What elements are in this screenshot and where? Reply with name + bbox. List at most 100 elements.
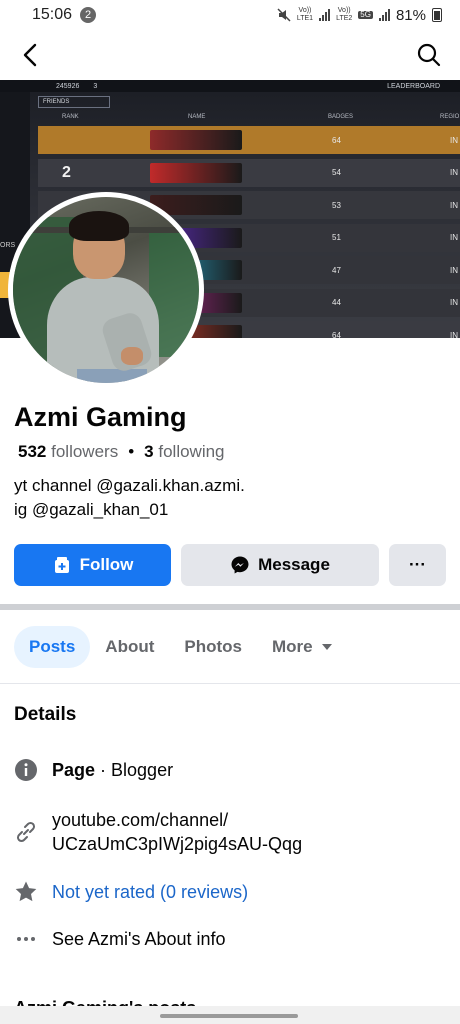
followers-line: 532 followers • 3 following — [18, 442, 225, 462]
cover-row-badges: 53 — [332, 200, 341, 210]
cover-row-region: IN — [450, 233, 458, 242]
home-indicator[interactable] — [160, 1014, 298, 1018]
top-nav — [0, 32, 460, 78]
net2-top: Vo)) — [337, 7, 351, 14]
cover-row-name-banner — [150, 162, 242, 183]
following-label: following — [158, 442, 225, 461]
link-icon — [14, 820, 38, 844]
cover-friends-dropdown: FRIENDS — [38, 96, 110, 108]
signal-icon-1 — [319, 9, 331, 21]
net1-bottom: LTE1 — [296, 15, 314, 22]
rating-link[interactable]: Not yet rated (0 reviews) — [52, 880, 248, 904]
cover-header-rank: RANK — [62, 114, 79, 120]
more-dots-icon — [14, 927, 38, 951]
website-link-line-1: youtube.com/channel/ — [52, 810, 229, 830]
back-button[interactable] — [16, 40, 46, 70]
status-left: 15:06 2 — [32, 6, 97, 24]
tab-about[interactable]: About — [90, 626, 169, 668]
profile-name: Azmi Gaming — [14, 402, 187, 432]
profile-avatar[interactable] — [8, 192, 204, 388]
cover-row-region: IN — [450, 200, 458, 210]
signal-icon-2 — [378, 9, 390, 21]
cover-diamonds: 3 — [93, 82, 98, 90]
cover-row-region: IN — [450, 265, 458, 275]
cover-row-rank: 2 — [62, 163, 71, 181]
cover-row-name-banner — [150, 130, 242, 150]
page-label: Page — [52, 760, 96, 780]
cover-header-name: NAME — [188, 114, 206, 120]
status-bar: 15:06 2 Vo)) LTE1 Vo)) LTE2 5G 81% — [0, 0, 460, 30]
notification-count-badge: 2 — [80, 7, 97, 23]
cover-leaderboard-header: RANK NAME BADGES REGIO — [38, 113, 460, 123]
section-divider — [0, 604, 460, 610]
tab-more[interactable]: More — [257, 626, 348, 668]
search-icon — [417, 43, 441, 67]
network-5g: 5G — [358, 10, 373, 19]
cover-leaderboard-row: 2 54 IN — [38, 158, 460, 187]
battery-icon — [432, 8, 442, 22]
detail-about-link[interactable]: See Azmi's About info — [14, 927, 226, 951]
messenger-icon — [231, 556, 249, 574]
cover-leaderboard-row: 64 IN — [38, 126, 460, 154]
battery-percent: 81% — [395, 6, 426, 24]
avatar-hair — [69, 211, 129, 241]
page-category: · Blogger — [95, 760, 174, 780]
cover-row-badges: 64 — [332, 135, 341, 145]
cover-row-badges: 64 — [332, 330, 341, 339]
cover-row-badges: 44 — [332, 298, 341, 307]
more-options-button[interactable]: ··· — [389, 544, 446, 586]
message-button[interactable]: Message — [181, 544, 379, 586]
search-button[interactable] — [414, 40, 444, 70]
avatar-hand — [121, 347, 143, 365]
chevron-left-icon — [23, 43, 37, 67]
page-category-text: Page · Blogger — [52, 758, 173, 782]
detail-rating[interactable]: Not yet rated (0 reviews) — [14, 880, 248, 904]
cover-row-region: IN — [450, 298, 458, 307]
net2-bottom: LTE2 — [336, 15, 353, 22]
tab-photos[interactable]: Photos — [169, 626, 257, 668]
cover-row-region: IN — [450, 330, 458, 339]
cover-row-badges: 47 — [332, 265, 341, 275]
status-right: Vo)) LTE1 Vo)) LTE2 5G 81% — [277, 7, 442, 24]
tab-posts[interactable]: Posts — [14, 626, 91, 668]
star-icon — [14, 880, 38, 904]
avatar-photo — [13, 197, 199, 383]
following-count: 3 — [144, 442, 154, 461]
follow-label: Follow — [79, 555, 134, 574]
follow-page-icon — [54, 557, 69, 573]
cover-top-bar: 245926 3 LEADERBOARD — [0, 80, 460, 92]
network-lte1: Vo)) LTE1 — [297, 7, 313, 23]
profile-bio: yt channel @gazali.khan.azmi. ig @gazali… — [14, 474, 245, 522]
system-nav-bar — [0, 1006, 460, 1024]
cover-header-region: REGIO — [440, 114, 460, 120]
cover-row-badges: 51 — [332, 233, 341, 242]
network-lte2: Vo)) LTE2 — [336, 7, 352, 23]
mute-icon — [277, 8, 291, 22]
profile-tabs: Posts About Photos More — [14, 626, 348, 668]
following-link[interactable]: 3 following — [144, 442, 224, 462]
followers-link[interactable]: 532 followers — [18, 442, 118, 462]
tab-more-label: More — [272, 637, 313, 656]
cover-row-region: IN — [450, 135, 458, 145]
detail-website[interactable]: youtube.com/channel/ UCzaUmC3pIWj2pig4sA… — [14, 808, 302, 856]
detail-page-category: Page · Blogger — [14, 758, 173, 782]
posts-section-heading: Azmi Gaming's posts — [14, 998, 196, 1006]
website-link[interactable]: youtube.com/channel/ UCzaUmC3pIWj2pig4sA… — [52, 808, 302, 856]
website-link-line-2: UCzaUmC3pIWj2pig4sAU-Qqg — [52, 834, 303, 854]
cover-row-region: IN — [450, 168, 458, 177]
separator-dot: • — [128, 442, 135, 461]
followers-label: followers — [51, 442, 119, 461]
bio-line-2: ig @gazali_khan_01 — [14, 500, 169, 519]
info-icon — [14, 758, 38, 782]
tabs-divider — [0, 683, 460, 684]
profile-actions: Follow Message ··· — [14, 544, 446, 586]
cover-header-badges: BADGES — [328, 114, 354, 120]
more-options-icon: ··· — [409, 555, 426, 574]
caret-down-icon — [321, 644, 332, 650]
cover-coins: 245926 — [56, 82, 80, 90]
status-time: 15:06 — [32, 6, 73, 23]
message-label: Message — [258, 555, 330, 574]
about-info-link[interactable]: See Azmi's About info — [52, 927, 226, 951]
details-title: Details — [14, 704, 77, 725]
follow-button[interactable]: Follow — [14, 544, 171, 586]
